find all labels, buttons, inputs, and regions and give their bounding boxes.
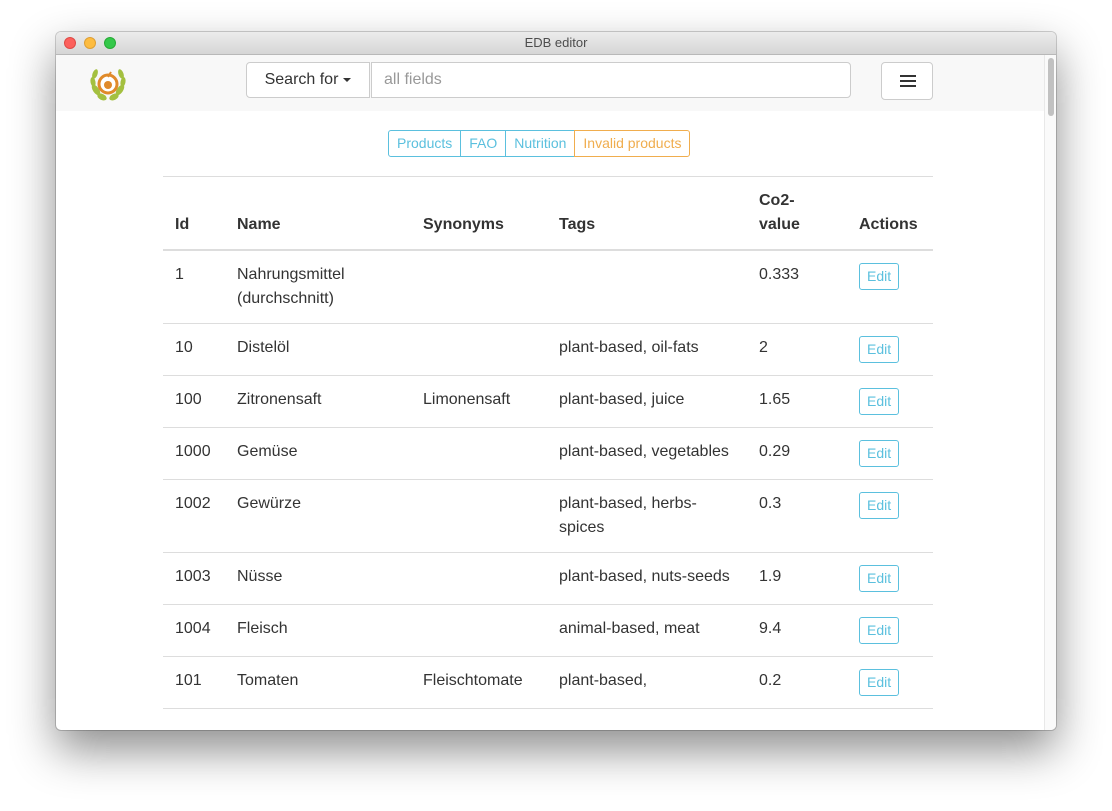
hamburger-menu-button[interactable] [881,62,933,100]
vertical-scrollbar[interactable] [1044,55,1056,730]
cell-actions: Edit [847,604,933,657]
edit-button[interactable]: Edit [859,440,900,467]
cell-name: Nüsse [225,552,411,605]
cell-co2: 0.3 [747,479,847,553]
cell-tags: plant-based, oil-fats [547,323,747,376]
cell-name: Zitronensaft [225,375,411,428]
cell-tags: plant-based, herbs-spices [547,479,747,553]
cell-id: 1 [163,250,225,324]
cell-synonyms [411,427,547,480]
column-header-co2: Co2-value [747,176,847,251]
table-row: 101 Tomaten Fleischtomate plant-based, 0… [163,656,933,709]
cell-id: 101 [163,656,225,709]
cell-id: 100 [163,375,225,428]
edit-button[interactable]: Edit [859,336,900,363]
caret-down-icon [343,77,352,82]
cell-name: Distelöl [225,323,411,376]
table-header-row: Id Name Synonyms Tags Co2-value Actions [163,176,933,251]
tab-nutrition[interactable]: Nutrition [505,130,576,157]
cell-id: 1002 [163,479,225,553]
table-row: 1000 Gemüse plant-based, vegetables 0.29… [163,427,933,480]
tab-invalid-products[interactable]: Invalid products [574,130,691,157]
cell-id: 1004 [163,604,225,657]
cell-co2: 1.65 [747,375,847,428]
leaf-wreath-logo[interactable] [88,64,128,104]
products-table: Id Name Synonyms Tags Co2-value Actions … [163,176,933,709]
cell-name: Nahrungsmittel (durchschnitt) [225,250,411,324]
cell-co2: 2 [747,323,847,376]
table-row: 1 Nahrungsmittel (durchschnitt) 0.333 Ed… [163,250,933,324]
scrollbar-thumb[interactable] [1048,58,1054,116]
cell-co2: 9.4 [747,604,847,657]
hamburger-menu-icon [900,75,916,77]
cell-id: 1003 [163,552,225,605]
cell-synonyms [411,552,547,605]
search-for-dropdown[interactable]: Search for [246,62,370,98]
title-bar: EDB editor [56,32,1056,55]
cell-synonyms [411,250,547,324]
cell-co2: 0.29 [747,427,847,480]
app-window: EDB editor Search for all fields Product… [56,32,1056,730]
column-header-actions: Actions [847,176,933,251]
cell-tags: plant-based, nuts-seeds [547,552,747,605]
section-tabs: Products FAO Nutrition Invalid products [388,130,691,157]
cell-tags: animal-based, meat [547,604,747,657]
products-table-container: Id Name Synonyms Tags Co2-value Actions … [163,176,933,709]
cell-name: Gewürze [225,479,411,553]
cell-tags [547,250,747,324]
window-title: EDB editor [524,35,588,50]
column-header-tags: Tags [547,176,747,251]
cell-name: Tomaten [225,656,411,709]
tab-products[interactable]: Products [388,130,462,157]
cell-name: Gemüse [225,427,411,480]
navbar: Search for [56,55,1044,111]
cell-id: 10 [163,323,225,376]
cell-actions: Edit [847,250,933,324]
cell-actions: Edit [847,427,933,480]
hamburger-line [900,80,916,82]
cell-actions: Edit [847,323,933,376]
cell-actions: Edit [847,656,933,709]
edit-button[interactable]: Edit [859,565,900,592]
table-row: 1003 Nüsse plant-based, nuts-seeds 1.9 E… [163,552,933,605]
edit-button[interactable]: Edit [859,669,900,696]
edit-button[interactable]: Edit [859,492,900,519]
cell-actions: Edit [847,479,933,553]
edit-button[interactable]: Edit [859,617,900,644]
table-row: 10 Distelöl plant-based, oil-fats 2 Edit [163,323,933,376]
cell-tags: plant-based, [547,656,747,709]
edit-button[interactable]: Edit [859,388,900,415]
cell-co2: 0.333 [747,250,847,324]
cell-co2: 1.9 [747,552,847,605]
cell-actions: Edit [847,375,933,428]
cell-name: Fleisch [225,604,411,657]
edit-button[interactable]: Edit [859,263,900,290]
tab-fao[interactable]: FAO [460,130,507,157]
column-header-name: Name [225,176,411,251]
cell-tags: plant-based, vegetables [547,427,747,480]
column-header-synonyms: Synonyms [411,176,547,251]
cell-synonyms: Limonensaft [411,375,547,428]
cell-synonyms: Fleischtomate [411,656,547,709]
table-row: 100 Zitronensaft Limonensaft plant-based… [163,375,933,428]
table-row: 1004 Fleisch animal-based, meat 9.4 Edit [163,604,933,657]
cell-actions: Edit [847,552,933,605]
cell-synonyms [411,479,547,553]
cell-synonyms [411,604,547,657]
search-input[interactable] [371,62,851,98]
cell-tags: plant-based, juice [547,375,747,428]
cell-co2: 0.2 [747,656,847,709]
hamburger-line [900,85,916,87]
search-for-label: Search for [264,71,339,88]
cell-id: 1000 [163,427,225,480]
table-row: 1002 Gewürze plant-based, herbs-spices 0… [163,479,933,553]
column-header-id: Id [163,176,225,251]
cell-synonyms [411,323,547,376]
